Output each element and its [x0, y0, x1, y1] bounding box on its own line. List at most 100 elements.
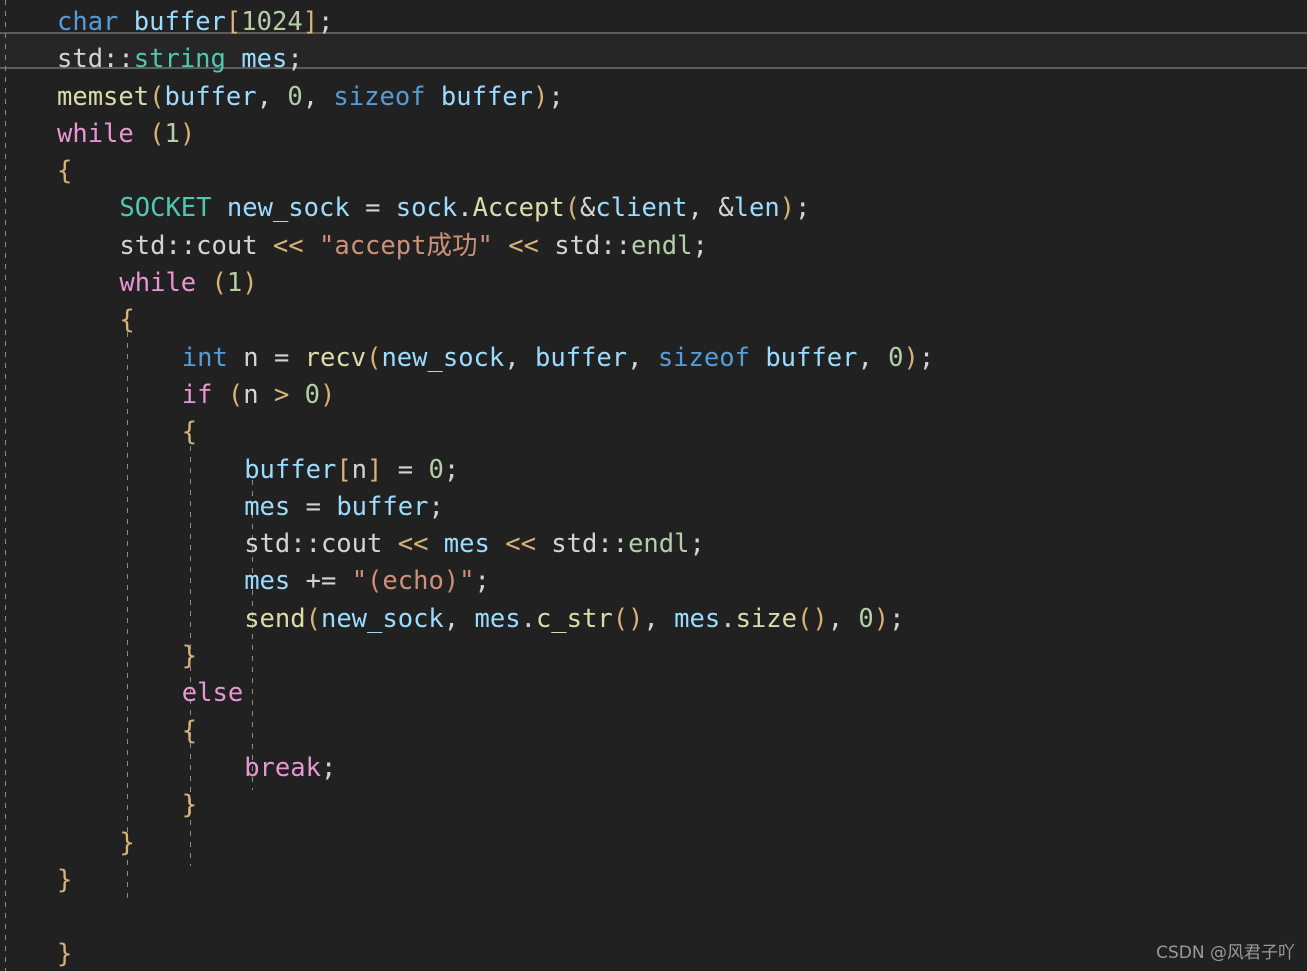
code-line[interactable]: if (n > 0)	[0, 377, 934, 414]
code-token: "(echo)"	[352, 566, 475, 596]
code-token: sizeof	[658, 343, 750, 373]
code-line[interactable]: break;	[0, 750, 934, 787]
code-token: mes	[244, 566, 290, 596]
code-token: {	[57, 156, 72, 186]
code-token: [	[336, 455, 351, 485]
code-line[interactable]: while (1)	[0, 265, 934, 302]
code-token: ]	[303, 7, 318, 37]
code-token	[490, 529, 505, 559]
code-token: (	[306, 604, 321, 634]
code-line[interactable]: buffer[n] = 0;	[0, 452, 934, 489]
code-token: }	[182, 641, 197, 671]
code-token	[259, 343, 274, 373]
code-line[interactable]: SOCKET new_sock = sock.Accept(&client, &…	[0, 190, 934, 227]
code-token: break	[244, 753, 321, 783]
code-line[interactable]: char buffer[1024];	[0, 4, 934, 41]
code-token: send	[244, 604, 305, 634]
code-token: std::	[551, 529, 628, 559]
code-token: ,	[643, 604, 674, 634]
code-token	[118, 7, 133, 37]
code-token: "accept成功"	[319, 231, 493, 261]
code-line[interactable]: }	[0, 825, 934, 862]
code-token: )	[874, 604, 889, 634]
code-line[interactable]: {	[0, 414, 934, 451]
code-token: }	[119, 828, 134, 858]
code-token: ;	[689, 529, 704, 559]
code-token: mes	[475, 604, 521, 634]
code-token: ,	[857, 343, 888, 373]
code-content[interactable]: char buffer[1024];std::string mes;memset…	[0, 0, 934, 971]
code-token: ;	[548, 82, 563, 112]
code-line[interactable]: mes += "(echo)";	[0, 563, 934, 600]
code-token: std::cout	[244, 529, 382, 559]
code-token: )	[180, 119, 195, 149]
code-token: client	[595, 193, 687, 223]
code-token: (	[366, 343, 381, 373]
code-token	[259, 380, 274, 410]
code-token: ;	[321, 753, 336, 783]
code-line[interactable]: }	[0, 638, 934, 675]
code-token: buffer	[535, 343, 627, 373]
code-token	[289, 343, 304, 373]
code-token: ;	[692, 231, 707, 261]
code-token: ,	[303, 82, 334, 112]
code-line[interactable]: {	[0, 713, 934, 750]
code-token: 1024	[241, 7, 302, 37]
code-line[interactable]: }	[0, 787, 934, 824]
code-token: buffer	[441, 82, 533, 112]
code-token: 0	[428, 455, 443, 485]
code-line[interactable]: std::cout << "accept成功" << std::endl;	[0, 228, 934, 265]
code-token: )	[780, 193, 795, 223]
code-token: 0	[287, 82, 302, 112]
code-token: }	[57, 865, 72, 895]
code-token: char	[57, 7, 118, 37]
code-token	[413, 455, 428, 485]
code-line[interactable]: while (1)	[0, 116, 934, 153]
code-token: (	[565, 193, 580, 223]
code-token: )	[320, 380, 335, 410]
code-line[interactable]: }	[0, 862, 934, 899]
code-token: {	[182, 716, 197, 746]
code-line[interactable]: }	[0, 936, 934, 971]
code-token	[213, 380, 228, 410]
code-token: c_str	[536, 604, 613, 634]
code-line[interactable]: {	[0, 153, 934, 190]
code-token: ;	[889, 604, 904, 634]
code-token: len	[734, 193, 780, 223]
code-line[interactable]: memset(buffer, 0, sizeof buffer);	[0, 79, 934, 116]
code-line[interactable]	[0, 899, 934, 936]
code-line[interactable]: std::string mes;	[0, 41, 934, 78]
code-token: ,	[828, 604, 859, 634]
code-line[interactable]: mes = buffer;	[0, 489, 934, 526]
code-line[interactable]: int n = recv(new_sock, buffer, sizeof bu…	[0, 340, 934, 377]
code-token: string	[134, 44, 226, 74]
code-token: sock	[396, 193, 457, 223]
code-token	[321, 492, 336, 522]
code-token: .	[720, 604, 735, 634]
code-token	[289, 380, 304, 410]
code-token: n	[243, 380, 258, 410]
code-token: (	[212, 268, 227, 298]
code-token: .	[521, 604, 536, 634]
code-token	[380, 193, 395, 223]
code-token: >	[274, 380, 289, 410]
csdn-watermark: CSDN @风君子吖	[1156, 938, 1295, 963]
code-token: ,	[504, 343, 535, 373]
code-line[interactable]: {	[0, 302, 934, 339]
code-token: ,	[688, 193, 719, 223]
code-line[interactable]: else	[0, 675, 934, 712]
code-line[interactable]: send(new_sock, mes.c_str(), mes.size(), …	[0, 601, 934, 638]
code-token: sizeof	[333, 82, 425, 112]
code-token: ;	[919, 343, 934, 373]
code-token: while	[119, 268, 196, 298]
code-token: buffer	[134, 7, 226, 37]
code-token: ;	[428, 492, 443, 522]
code-token: size	[736, 604, 797, 634]
code-token: <<	[508, 231, 539, 261]
code-line[interactable]: std::cout << mes << std::endl;	[0, 526, 934, 563]
code-token: SOCKET	[119, 193, 211, 223]
code-token: <<	[273, 231, 304, 261]
code-token	[750, 343, 765, 373]
code-token: }	[182, 790, 197, 820]
code-token: ,	[444, 604, 475, 634]
